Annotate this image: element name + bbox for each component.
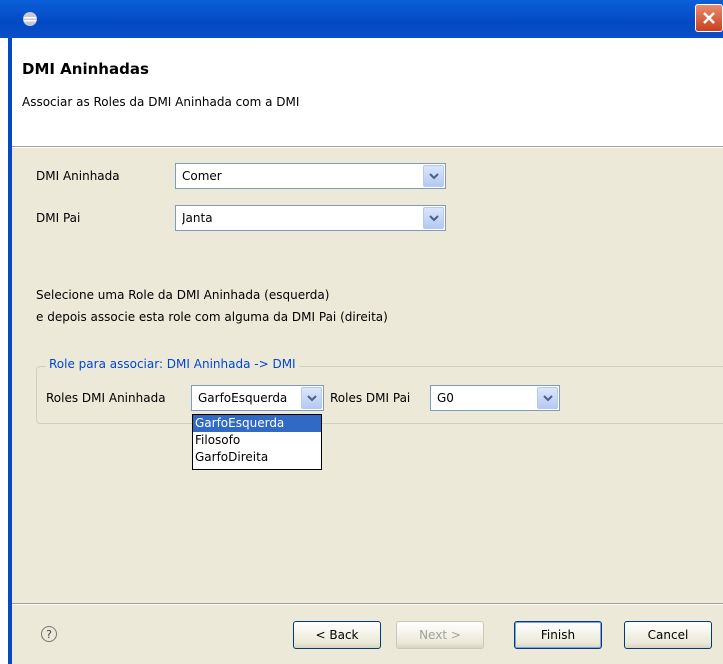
group-title: Role para associar: DMI Aninhada -> DMI <box>46 357 299 371</box>
roles-pai-combo[interactable]: G0 <box>430 385 560 411</box>
dmi-aninhada-combo[interactable]: Comer <box>175 163 446 189</box>
footer-separator <box>12 603 723 605</box>
next-button-label: Next > <box>419 628 461 642</box>
chevron-down-icon <box>429 173 439 180</box>
roles-aninhada-value: GarfoEsquerda <box>198 391 288 405</box>
back-button-label: < Back <box>315 628 359 642</box>
roles-aninhada-combo[interactable]: GarfoEsquerda <box>191 385 324 411</box>
page-title: DMI Aninhadas <box>22 60 149 78</box>
roles-aninhada-dropdown-button[interactable] <box>301 387 322 409</box>
chevron-down-icon <box>307 395 317 402</box>
roles-aninhada-dropdown-list: GarfoEsquerda Filosofo GarfoDireita <box>192 414 322 470</box>
close-icon <box>703 12 715 24</box>
wizard-window: DMI Aninhadas Associar as Roles da DMI A… <box>8 38 723 664</box>
close-button[interactable] <box>695 4 723 32</box>
eclipse-icon <box>23 12 37 26</box>
roles-aninhada-label: Roles DMI Aninhada <box>46 391 166 405</box>
cancel-button-label: Cancel <box>647 628 689 642</box>
dropdown-option[interactable]: GarfoEsquerda <box>193 415 321 432</box>
roles-pai-dropdown-button[interactable] <box>537 387 558 409</box>
finish-button[interactable]: Finish <box>514 621 602 649</box>
roles-pai-value: G0 <box>437 391 454 405</box>
next-button[interactable]: Next > <box>396 621 484 649</box>
dmi-aninhada-dropdown-button[interactable] <box>423 165 444 187</box>
dmi-pai-label: DMI Pai <box>36 211 81 225</box>
dmi-aninhada-value: Comer <box>182 169 222 183</box>
back-button[interactable]: < Back <box>293 621 381 649</box>
dmi-pai-value: Janta <box>182 211 213 225</box>
wizard-header: DMI Aninhadas Associar as Roles da DMI A… <box>12 38 723 146</box>
roles-pai-label: Roles DMI Pai <box>330 391 411 405</box>
dmi-aninhada-label: DMI Aninhada <box>36 169 120 183</box>
cancel-button[interactable]: Cancel <box>624 621 712 649</box>
header-separator <box>12 146 723 148</box>
dmi-pai-dropdown-button[interactable] <box>423 207 444 229</box>
instruction-line-2: e depois associe esta role com alguma da… <box>36 310 388 324</box>
title-bar <box>0 0 723 38</box>
dropdown-option[interactable]: Filosofo <box>193 432 321 449</box>
chevron-down-icon <box>543 395 553 402</box>
dmi-pai-combo[interactable]: Janta <box>175 205 446 231</box>
dropdown-option[interactable]: GarfoDireita <box>193 449 321 466</box>
help-icon[interactable]: ? <box>41 626 57 642</box>
chevron-down-icon <box>429 215 439 222</box>
instruction-line-1: Selecione uma Role da DMI Aninhada (esqu… <box>36 288 330 302</box>
finish-button-label: Finish <box>540 628 576 642</box>
page-description: Associar as Roles da DMI Aninhada com a … <box>22 95 300 109</box>
